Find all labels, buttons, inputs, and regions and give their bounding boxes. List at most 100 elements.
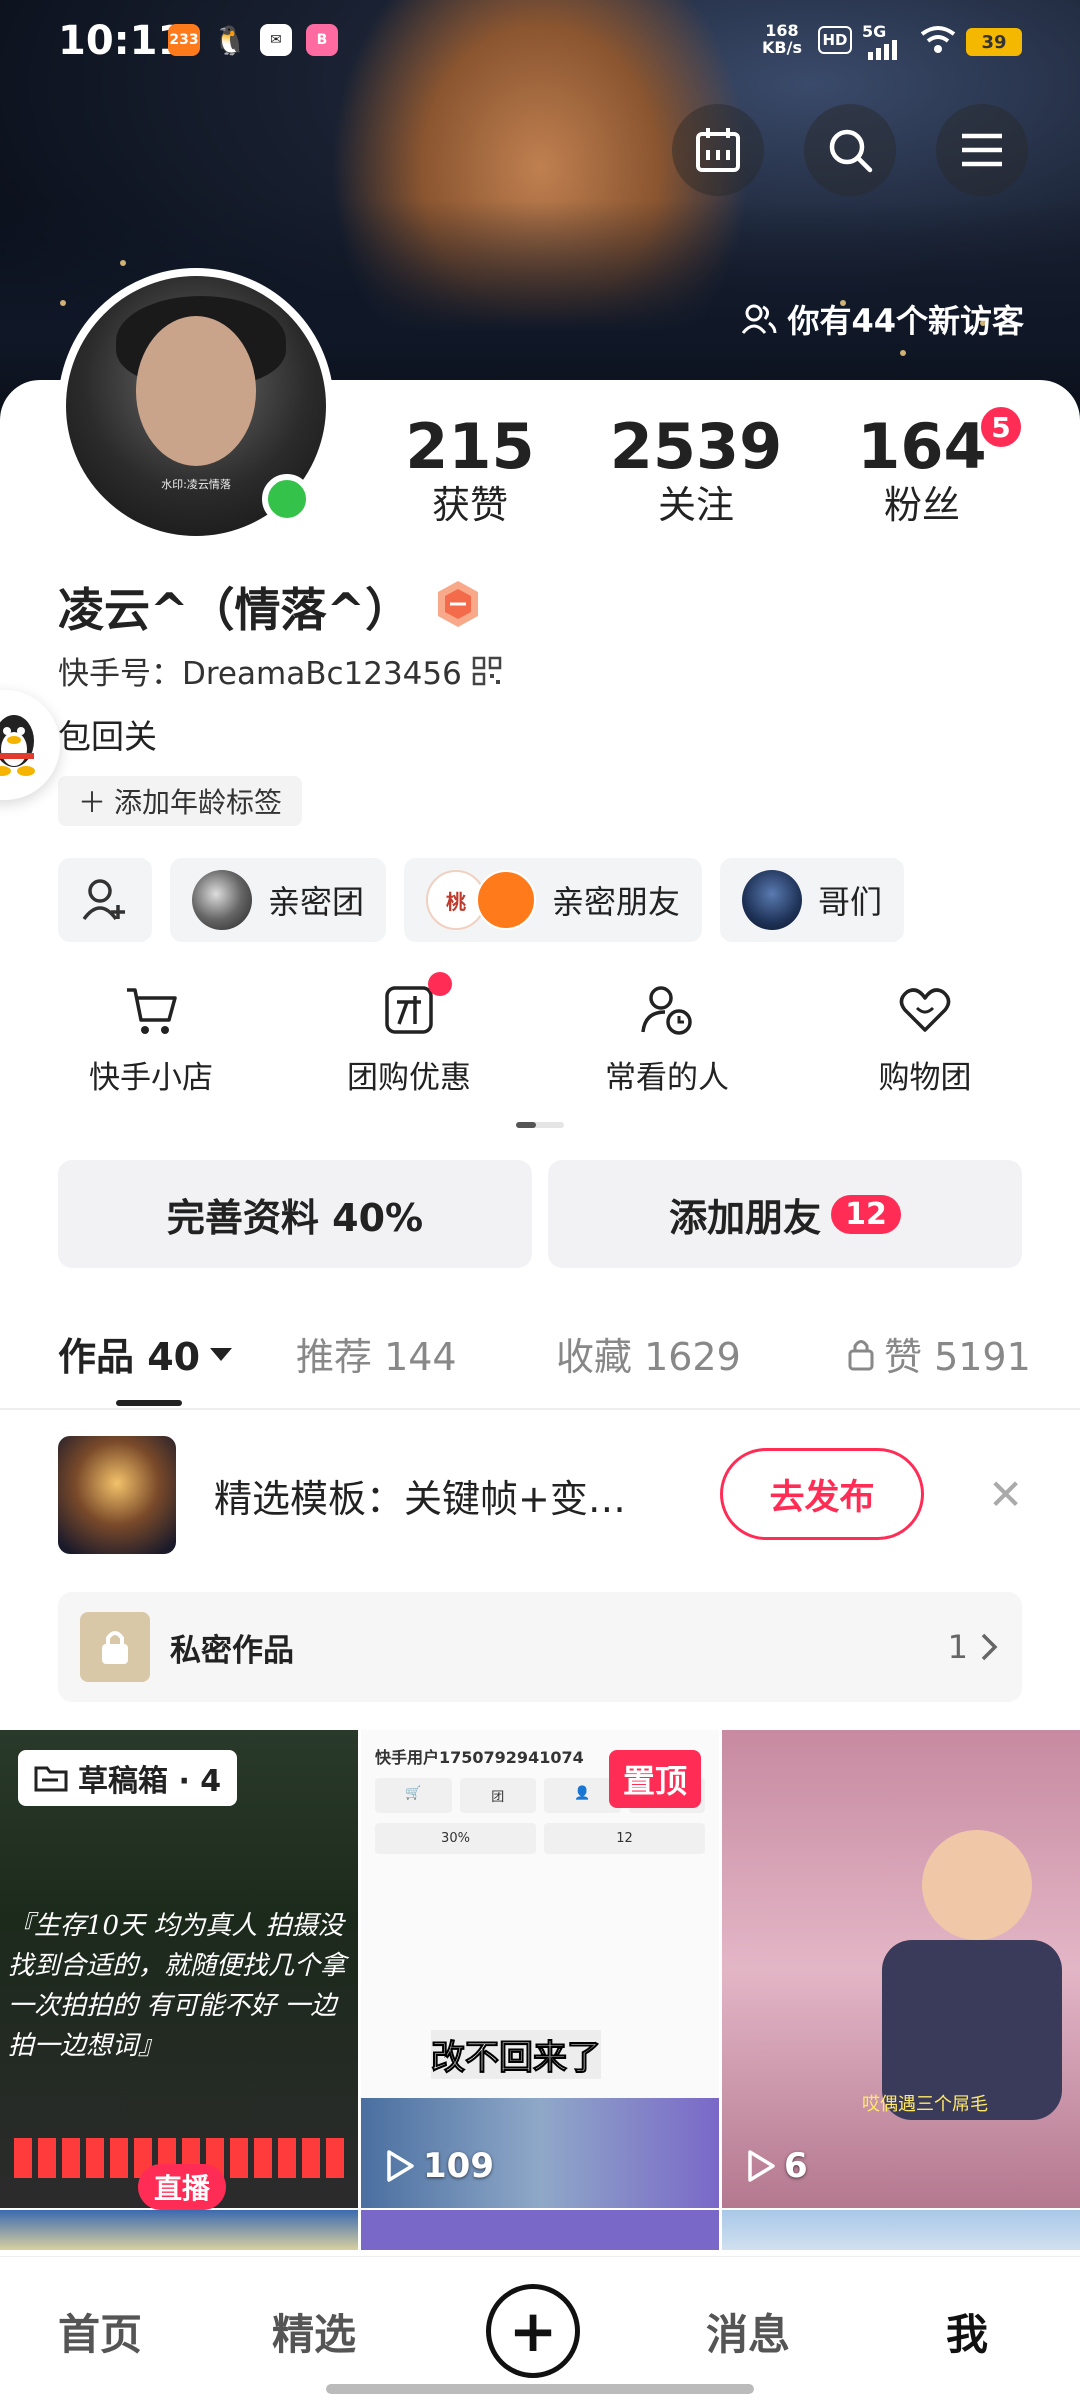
play-icon — [748, 2150, 775, 2182]
level-badge-icon[interactable] — [432, 578, 484, 630]
search-button[interactable] — [804, 104, 896, 196]
user-id[interactable]: 快手号：DreamaBc123456 — [58, 648, 502, 693]
status-time: 10:11 — [58, 18, 186, 64]
video-tile-4[interactable] — [0, 2210, 358, 2250]
pinned-video-play-count: 109 — [385, 2146, 494, 2186]
intimate-group-avatar — [192, 870, 252, 930]
intimate-group-chip[interactable]: 亲密团 — [170, 858, 387, 942]
video-play-count: 6 — [746, 2146, 808, 2186]
add-friend-button[interactable]: 添加朋友 12 — [548, 1160, 1022, 1268]
search-icon — [829, 129, 873, 173]
kuaishou-shop-label: 快手小店 — [89, 1060, 213, 1096]
tab-recommend[interactable]: 推荐 144 — [296, 1326, 457, 1381]
user-id-text: 快手号：DreamaBc123456 — [58, 656, 462, 692]
live-badge[interactable]: 直播 — [138, 2164, 227, 2210]
lock-icon — [102, 1631, 128, 1664]
tab-favorites[interactable]: 收藏 1629 — [556, 1326, 741, 1381]
add-age-tag-button[interactable]: ＋ 添加年龄标签 — [58, 776, 303, 826]
video-tile-5[interactable] — [361, 2210, 719, 2250]
buddies-avatar — [742, 870, 803, 930]
following-stat[interactable]: 2539 关注 — [596, 412, 796, 528]
visitors-text: 你有44个新访客 — [787, 302, 1024, 340]
new-visitors-link[interactable]: 你有44个新访客 — [741, 296, 1024, 342]
followers-label: 粉丝 — [883, 483, 960, 527]
tab-recommend-label: 推荐 144 — [296, 1335, 457, 1379]
intimate-group-label: 亲密团 — [268, 883, 365, 921]
draft-handwritten-text: 『生存10天 均为真人 拍摄没找到合适的，就随便找几个拿一次拍拍的 有可能不好 … — [8, 1911, 347, 2061]
folder-icon — [34, 1766, 68, 1792]
shortcut-tools: 快手小店 团购优惠 常看的人 购物团 — [0, 972, 1080, 1097]
frequent-people-tool[interactable]: 常看的人 — [538, 980, 796, 1097]
profile-name: 凌云^（情落^） — [58, 583, 412, 637]
group-buy-tool[interactable]: 团购优惠 — [280, 972, 538, 1097]
draft-box-tile[interactable]: 草稿箱 · 4 『生存10天 均为真人 拍摄没找到合适的，就随便找几个拿一次拍拍… — [0, 1730, 358, 2208]
template-thumbnail — [58, 1436, 176, 1554]
calendar-button[interactable] — [672, 104, 764, 196]
kuaishou-shop-tool[interactable]: 快手小店 — [22, 980, 280, 1097]
pinned-video-tile[interactable]: 快手用户1750792941074 🛒团👤♡ 30%12 置顶 改不回来了 10… — [361, 1730, 719, 2208]
qr-code-icon[interactable] — [472, 656, 502, 686]
video-person — [922, 1830, 1032, 1940]
private-works-thumbnail — [80, 1612, 150, 1682]
qq-notification-icon: 🐧 — [212, 23, 248, 57]
tab-likes[interactable]: 赞 5191 — [846, 1326, 1031, 1381]
template-banner[interactable]: 精选模板：关键帧+变… 去发布 ✕ — [0, 1420, 1080, 1570]
profile-bio[interactable]: 包回关 — [58, 710, 157, 758]
add-user-chip[interactable] — [58, 858, 152, 942]
close-friends-avatars: 桃 — [426, 870, 537, 930]
following-label: 关注 — [657, 483, 734, 527]
caret-down-icon — [210, 1347, 233, 1361]
close-friends-chip[interactable]: 桃 亲密朋友 — [404, 858, 703, 942]
visitors-icon — [742, 304, 777, 334]
close-icon[interactable]: ✕ — [988, 1470, 1023, 1519]
add-age-tag-label: 添加年龄标签 — [114, 786, 283, 819]
likes-received-stat[interactable]: 215 获赞 — [370, 412, 570, 528]
tools-pager — [516, 1122, 564, 1128]
publish-button[interactable]: 去发布 — [720, 1448, 924, 1540]
video-tile[interactable]: 哎偶遇三个屌毛 6 — [722, 1730, 1080, 2208]
private-works-count: 1 — [947, 1628, 968, 1666]
likes-received-count: 215 — [405, 410, 535, 483]
likes-received-label: 获赞 — [431, 483, 508, 527]
group-buy-label: 团购优惠 — [347, 1060, 471, 1096]
shopping-group-tool[interactable]: 购物团 — [796, 980, 1054, 1097]
tab-favorites-label: 收藏 1629 — [556, 1335, 741, 1379]
active-tab-indicator — [116, 1400, 182, 1406]
draft-box-badge: 草稿箱 · 4 — [18, 1750, 238, 1806]
plus-icon: + — [508, 2297, 558, 2365]
mail-notification-icon: ✉ — [260, 24, 292, 56]
video-tile-6[interactable] — [722, 2210, 1080, 2250]
create-post-button[interactable]: + — [486, 2284, 580, 2378]
signal-bars-icon — [868, 40, 897, 60]
nav-messages[interactable]: 消息 — [706, 2301, 790, 2362]
add-friend-count-badge: 12 — [831, 1194, 901, 1234]
relationship-chips: 亲密团 桃 亲密朋友 哥们 — [58, 858, 905, 942]
chevron-right-icon — [981, 1633, 998, 1661]
content-tabs: 作品 40 推荐 144 收藏 1629 赞 5191 — [0, 1300, 1080, 1410]
works-grid-row-2 — [0, 2210, 1080, 2250]
nav-me[interactable]: 我 — [946, 2301, 988, 2362]
buddies-chip[interactable]: 哥们 — [720, 858, 905, 942]
nav-home[interactable]: 首页 — [58, 2301, 142, 2362]
wifi-icon — [918, 22, 958, 65]
bilibili-notification-icon: B — [306, 24, 338, 56]
add-user-icon — [82, 879, 125, 921]
play-icon — [387, 2150, 414, 2182]
signal-label: 5G — [862, 22, 887, 41]
plus-icon: ＋ — [78, 786, 107, 819]
status-bar: 10:11 233 🐧 ✉ B 168 KB/s HD 5G 39 — [0, 0, 1080, 90]
tab-works-label: 作品 40 — [58, 1335, 201, 1379]
lock-icon — [848, 1339, 874, 1370]
tab-likes-label: 赞 5191 — [884, 1335, 1031, 1379]
complete-profile-label: 完善资料 40% — [166, 1195, 424, 1240]
nav-featured[interactable]: 精选 — [272, 2301, 356, 2362]
complete-profile-button[interactable]: 完善资料 40% — [58, 1160, 532, 1268]
add-friend-label: 添加朋友 — [669, 1195, 822, 1240]
tab-works[interactable]: 作品 40 — [58, 1326, 234, 1381]
qq-penguin-icon — [0, 715, 35, 776]
private-works-row[interactable]: 私密作品 1 — [58, 1592, 1022, 1702]
menu-button[interactable] — [936, 104, 1028, 196]
home-indicator[interactable] — [326, 2384, 754, 2394]
group-buy-red-dot — [428, 972, 452, 996]
app-notification-icon: 233 — [168, 24, 200, 56]
